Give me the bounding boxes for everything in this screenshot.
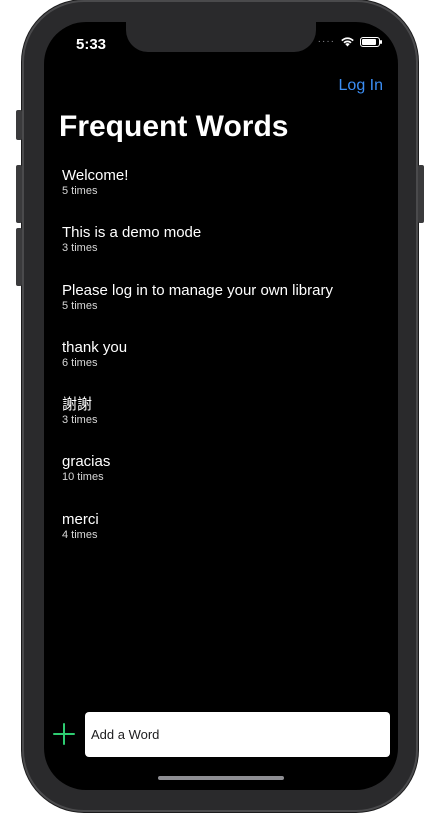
word-count: 4 times bbox=[62, 528, 98, 541]
word-count: 6 times bbox=[62, 356, 98, 369]
side-button-mute bbox=[16, 110, 22, 140]
add-word-bar bbox=[44, 712, 398, 758]
add-word-input[interactable] bbox=[85, 712, 390, 757]
word-text: This is a demo mode bbox=[62, 224, 202, 242]
list-item[interactable]: Please log in to manage your own library… bbox=[62, 282, 388, 339]
status-time: 5:33 bbox=[76, 36, 107, 53]
word-count: 5 times bbox=[62, 299, 98, 312]
word-text: 謝謝 bbox=[62, 396, 93, 414]
word-text: merci bbox=[62, 510, 99, 528]
status-icons: ···· bbox=[317, 36, 382, 47]
login-button[interactable]: Log In bbox=[339, 77, 383, 95]
word-text: Welcome! bbox=[62, 167, 129, 184]
word-text: gracias bbox=[62, 453, 111, 471]
side-button-volume-up bbox=[16, 165, 22, 223]
word-count: 10 times bbox=[62, 471, 104, 484]
list-item[interactable]: 謝謝 3 times bbox=[62, 396, 388, 453]
word-count: 3 times bbox=[62, 414, 98, 427]
notch bbox=[126, 22, 316, 52]
word-list: Welcome! 5 times This is a demo mode 3 t… bbox=[62, 167, 388, 568]
page-title: Frequent Words bbox=[59, 110, 289, 143]
plus-icon[interactable] bbox=[53, 723, 75, 745]
word-count: 3 times bbox=[62, 242, 98, 255]
home-indicator[interactable] bbox=[158, 776, 284, 780]
list-item[interactable]: thank you 6 times bbox=[62, 339, 388, 396]
list-item[interactable]: gracias 10 times bbox=[62, 453, 388, 510]
list-item[interactable]: Welcome! 5 times bbox=[62, 167, 388, 224]
side-button-volume-down bbox=[16, 228, 22, 286]
list-item[interactable]: This is a demo mode 3 times bbox=[62, 224, 388, 281]
list-item[interactable]: merci 4 times bbox=[62, 511, 388, 568]
app-screen: 5:33 ···· Log In Frequent Words Welcome!… bbox=[44, 22, 398, 790]
cellular-dots-icon: ···· bbox=[317, 36, 335, 47]
word-count: 5 times bbox=[62, 185, 98, 197]
wifi-icon bbox=[341, 37, 354, 47]
word-text: Please log in to manage your own library bbox=[62, 281, 333, 299]
side-button-power bbox=[418, 165, 424, 223]
battery-icon bbox=[360, 36, 382, 47]
word-text: thank you bbox=[62, 338, 128, 356]
